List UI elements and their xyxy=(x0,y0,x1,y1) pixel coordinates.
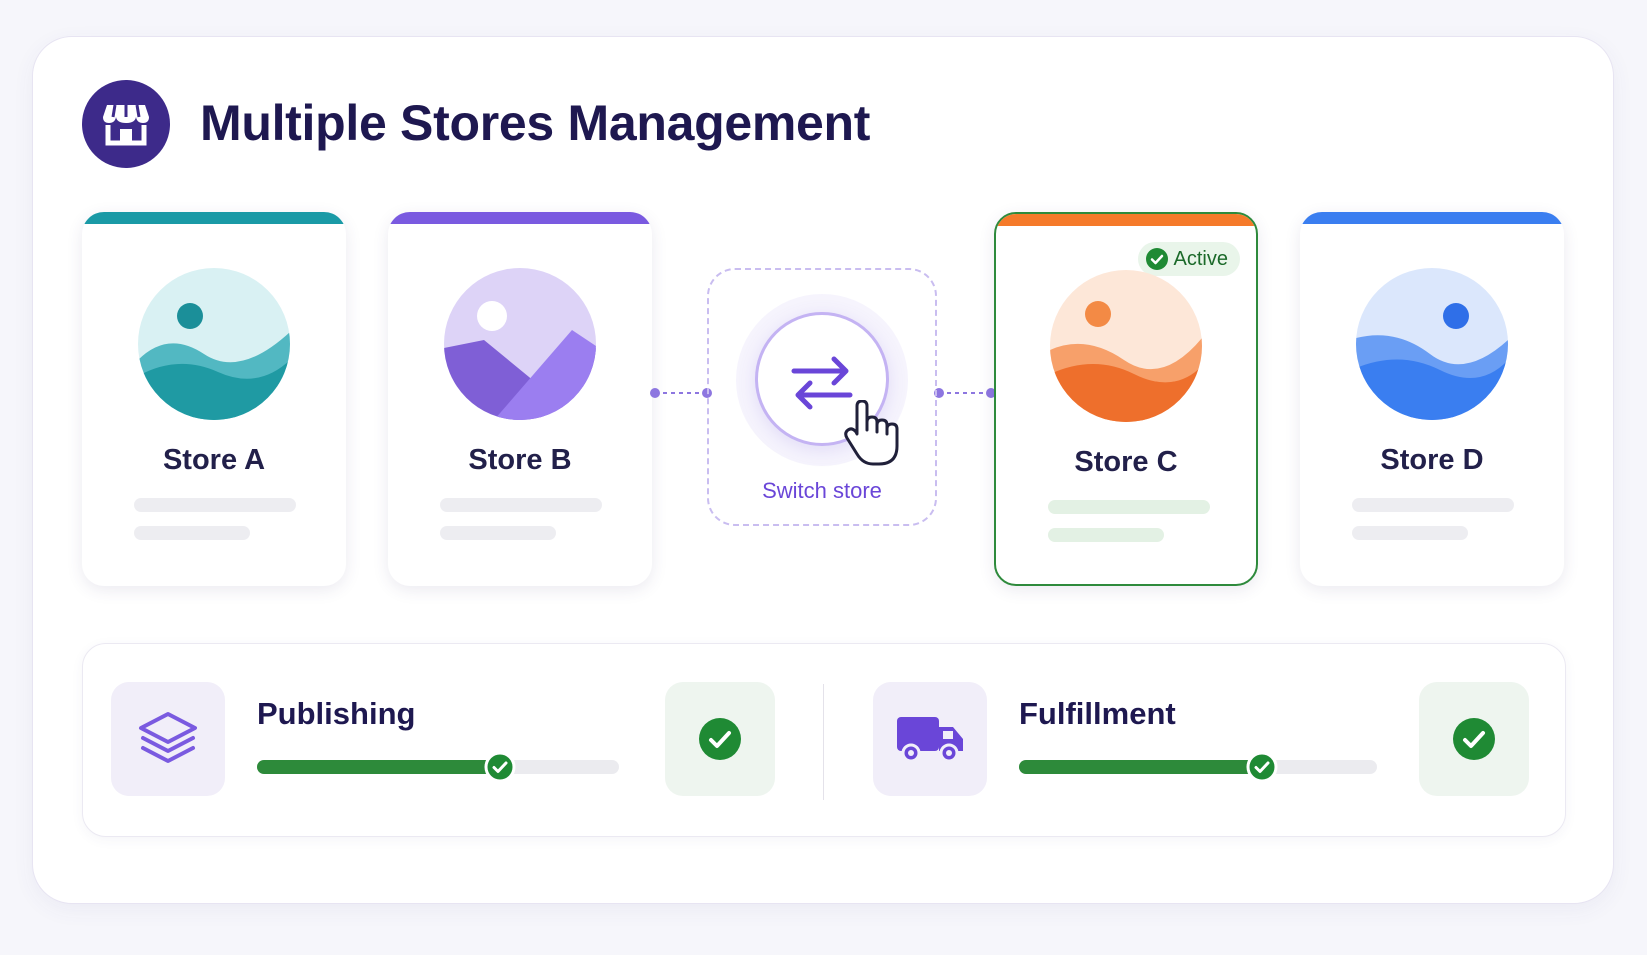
store-card-b[interactable]: Store B xyxy=(388,212,652,586)
placeholder-line xyxy=(440,526,556,540)
divider xyxy=(823,684,824,800)
active-badge-label: Active xyxy=(1173,247,1228,270)
store-accent-bar xyxy=(996,214,1256,226)
store-d-image-icon xyxy=(1356,268,1508,420)
check-circle-icon xyxy=(1145,248,1168,270)
fulfillment-progress-fill xyxy=(1019,760,1263,774)
publishing-title: Publishing xyxy=(257,696,416,731)
progress-check-icon xyxy=(1246,751,1278,783)
publishing-progress-fill xyxy=(257,760,500,774)
storefront-logo-icon xyxy=(82,80,170,168)
placeholder-line xyxy=(1048,500,1210,514)
page-title: Multiple Stores Management xyxy=(200,95,871,151)
fulfillment-complete-check-icon xyxy=(1419,682,1529,796)
store-accent-bar xyxy=(82,212,346,224)
fulfillment-progress-bar xyxy=(1019,751,1377,783)
publishing-progress-bar xyxy=(257,751,619,783)
dotted-connector-left xyxy=(650,388,712,398)
store-name: Store C xyxy=(1074,446,1178,478)
store-name: Store B xyxy=(468,444,572,476)
hand-pointer-icon xyxy=(844,400,899,466)
store-card-d[interactable]: Store D xyxy=(1300,212,1564,586)
placeholder-line xyxy=(134,498,296,512)
switch-store-label: Switch store xyxy=(762,478,882,503)
placeholder-line xyxy=(1352,526,1468,540)
layers-icon xyxy=(111,682,225,796)
store-b-image-icon xyxy=(444,268,596,420)
store-accent-bar xyxy=(388,212,652,224)
placeholder-line xyxy=(134,526,250,540)
store-card-a[interactable]: Store A xyxy=(82,212,346,586)
switch-store-button[interactable]: Switch store xyxy=(707,268,937,526)
fulfillment-title: Fulfillment xyxy=(1019,696,1176,731)
store-card-c[interactable]: Active Store C xyxy=(994,212,1258,586)
store-name: Store A xyxy=(162,444,266,476)
store-accent-bar xyxy=(1300,212,1564,224)
dotted-connector-right xyxy=(934,388,996,398)
store-a-image-icon xyxy=(138,268,290,420)
truck-icon xyxy=(873,682,987,796)
publishing-complete-check-icon xyxy=(665,682,775,796)
store-c-image-icon xyxy=(1050,270,1202,422)
store-name: Store D xyxy=(1380,444,1484,476)
placeholder-line xyxy=(1352,498,1514,512)
progress-check-icon xyxy=(484,751,516,783)
placeholder-line xyxy=(1048,528,1164,542)
placeholder-line xyxy=(440,498,602,512)
status-panel: Publishing Fulfillment xyxy=(82,643,1566,837)
